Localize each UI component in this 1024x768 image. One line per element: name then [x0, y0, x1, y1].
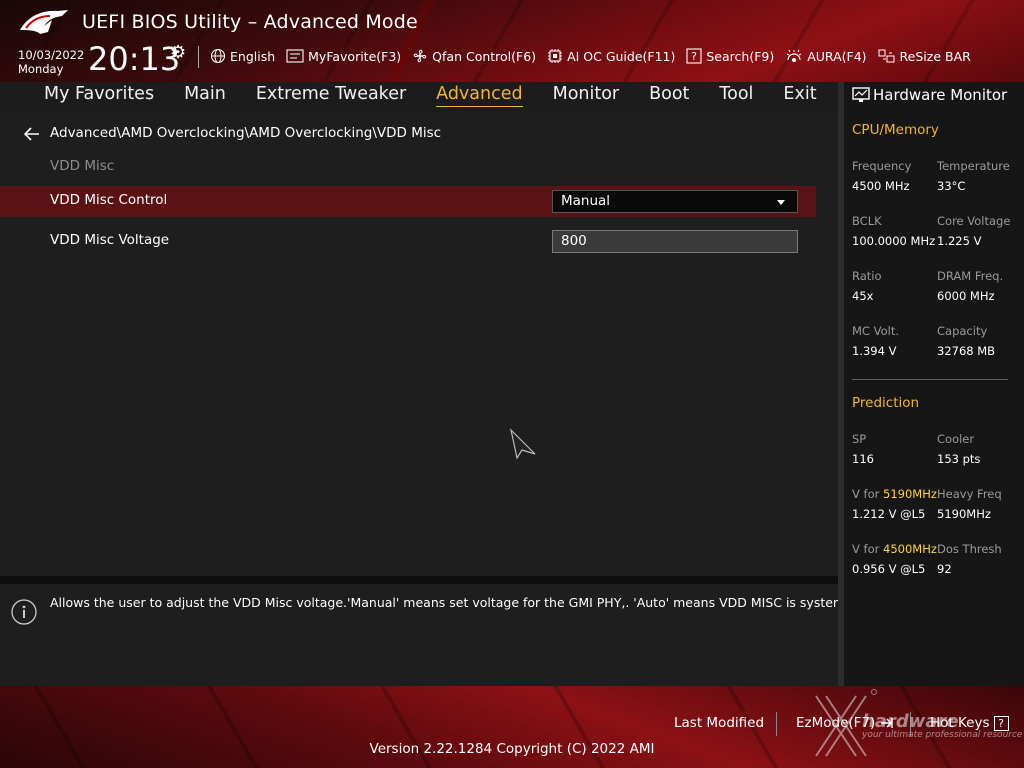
search-button[interactable]: ? Search(F9)	[686, 48, 774, 64]
gear-icon[interactable]: ⚙	[170, 42, 186, 63]
fan-icon	[413, 49, 427, 63]
dos-thresh-label: Dos Thresh	[937, 542, 1002, 556]
footer-divider	[776, 712, 777, 736]
tab-extreme-tweaker[interactable]: Extreme Tweaker	[256, 84, 406, 107]
heavy-freq-label: Heavy Freq	[937, 487, 1002, 501]
capacity-value: 32768 MB	[937, 344, 996, 358]
prediction-heading: Prediction	[852, 395, 920, 411]
core-voltage-value: 1.225 V	[937, 234, 982, 248]
core-voltage-label: Core Voltage	[937, 214, 1011, 228]
date-text: 10/03/2022	[18, 48, 85, 62]
sp-value: 116	[852, 452, 874, 466]
mouse-cursor-icon	[509, 428, 536, 460]
info-icon	[11, 599, 37, 625]
dos-thresh-value: 92	[937, 562, 952, 576]
cooler-label: Cooler	[937, 432, 975, 446]
clock-display: 20:13	[88, 40, 181, 78]
search-icon: ?	[686, 48, 702, 64]
last-modified-button[interactable]: Last Modified	[674, 715, 764, 731]
frequency-value: 4500 MHz	[852, 179, 910, 193]
v-for-2-label: V for 4500MHz	[852, 542, 937, 556]
ratio-value: 45x	[852, 289, 874, 303]
sp-label: SP	[852, 432, 867, 446]
tab-tool[interactable]: Tool	[719, 84, 753, 107]
toolbar: English MyFavorite(F3) Qfan Control(F6) …	[210, 46, 982, 66]
hardware-monitor-title: Hardware Monitor	[873, 86, 1008, 104]
menu-tabs: My Favorites Main Extreme Tweaker Advanc…	[44, 84, 847, 107]
watermark-text: hardware	[862, 711, 959, 732]
vdd-misc-voltage-input[interactable]: 800	[552, 230, 798, 253]
language-label: English	[230, 48, 276, 64]
ai-oc-guide-button[interactable]: AI OC Guide(F11)	[547, 48, 675, 64]
myfavorite-button[interactable]: MyFavorite(F3)	[286, 49, 401, 64]
aura-icon	[786, 49, 802, 62]
chip-icon	[548, 49, 563, 63]
ai-oc-guide-label: AI OC Guide(F11)	[567, 48, 676, 64]
vdd-misc-voltage-value: 800	[561, 233, 587, 249]
resize-bar-button[interactable]: ReSize BAR	[878, 48, 971, 64]
back-arrow-icon[interactable]	[22, 124, 42, 144]
section-title: VDD Misc	[50, 158, 115, 174]
dropdown-arrow-icon	[777, 200, 785, 205]
help-text: Allows the user to adjust the VDD Misc v…	[50, 595, 898, 610]
rog-logo-icon	[20, 10, 68, 34]
search-label: Search(F9)	[706, 48, 775, 64]
aura-button[interactable]: AURA(F4)	[785, 48, 867, 64]
dram-freq-label: DRAM Freq.	[937, 269, 1004, 283]
myfavorite-label: MyFavorite(F3)	[308, 48, 402, 64]
resize-bar-icon	[878, 49, 895, 63]
vdd-misc-control-select[interactable]: Manual	[552, 190, 798, 213]
settings-panel	[0, 114, 838, 576]
v-for-1-frequency: 5190MHz	[883, 487, 937, 501]
v-for-1-value: 1.212 V @L5	[852, 507, 926, 521]
dram-freq-value: 6000 MHz	[937, 289, 995, 303]
v-for-2-value: 0.956 V @L5	[852, 562, 926, 576]
breadcrumb: Advanced\AMD Overclocking\AMD Overclocki…	[50, 125, 442, 141]
version-text: Version 2.22.1284 Copyright (C) 2022 AMI	[369, 741, 655, 757]
tab-boot[interactable]: Boot	[649, 84, 689, 107]
temperature-value: 33°C	[937, 179, 966, 193]
frequency-label: Frequency	[852, 159, 912, 173]
favorite-icon	[286, 49, 304, 63]
vdd-misc-control-label: VDD Misc Control	[50, 192, 168, 208]
resize-bar-label: ReSize BAR	[899, 48, 971, 64]
capacity-label: Capacity	[937, 324, 988, 338]
vdd-misc-voltage-label: VDD Misc Voltage	[50, 232, 170, 248]
temperature-label: Temperature	[937, 159, 1010, 173]
aura-label: AURA(F4)	[807, 48, 867, 64]
vdd-misc-control-value: Manual	[561, 193, 611, 209]
panel-divider	[0, 576, 838, 584]
v-for-2-frequency: 4500MHz	[883, 542, 937, 556]
tab-main[interactable]: Main	[184, 84, 226, 107]
date-display: 10/03/2022 Monday	[18, 48, 84, 76]
ratio-label: Ratio	[852, 269, 882, 283]
v-for-1-prefix: V for	[852, 487, 880, 501]
monitor-icon	[852, 87, 870, 102]
tab-my-favorites[interactable]: My Favorites	[44, 84, 154, 107]
tab-advanced[interactable]: Advanced	[436, 84, 523, 107]
tab-monitor[interactable]: Monitor	[553, 84, 620, 107]
v-for-1-label: V for 5190MHz	[852, 487, 937, 501]
language-button[interactable]: English	[210, 48, 275, 64]
globe-icon	[210, 48, 226, 64]
v-for-2-prefix: V for	[852, 542, 880, 556]
toolbar-divider	[198, 46, 199, 68]
svg-text:?: ?	[691, 50, 697, 63]
cooler-value: 153 pts	[937, 452, 981, 466]
bclk-value: 100.0000 MHz	[852, 234, 936, 248]
watermark-subtitle: your ultimate professional resource	[862, 730, 1023, 740]
app-title: UEFI BIOS Utility – Advanced Mode	[82, 11, 418, 33]
hardware-monitor-separator	[852, 379, 1008, 380]
tab-exit[interactable]: Exit	[783, 84, 816, 107]
cpu-memory-heading: CPU/Memory	[852, 122, 939, 138]
qfan-control-button[interactable]: Qfan Control(F6)	[412, 48, 536, 64]
day-text: Monday	[18, 62, 64, 76]
mc-volt-label: MC Volt.	[852, 324, 899, 338]
qfan-control-label: Qfan Control(F6)	[432, 48, 537, 64]
heavy-freq-value: 5190MHz	[937, 507, 991, 521]
mc-volt-value: 1.394 V	[852, 344, 897, 358]
bclk-label: BCLK	[852, 214, 882, 228]
